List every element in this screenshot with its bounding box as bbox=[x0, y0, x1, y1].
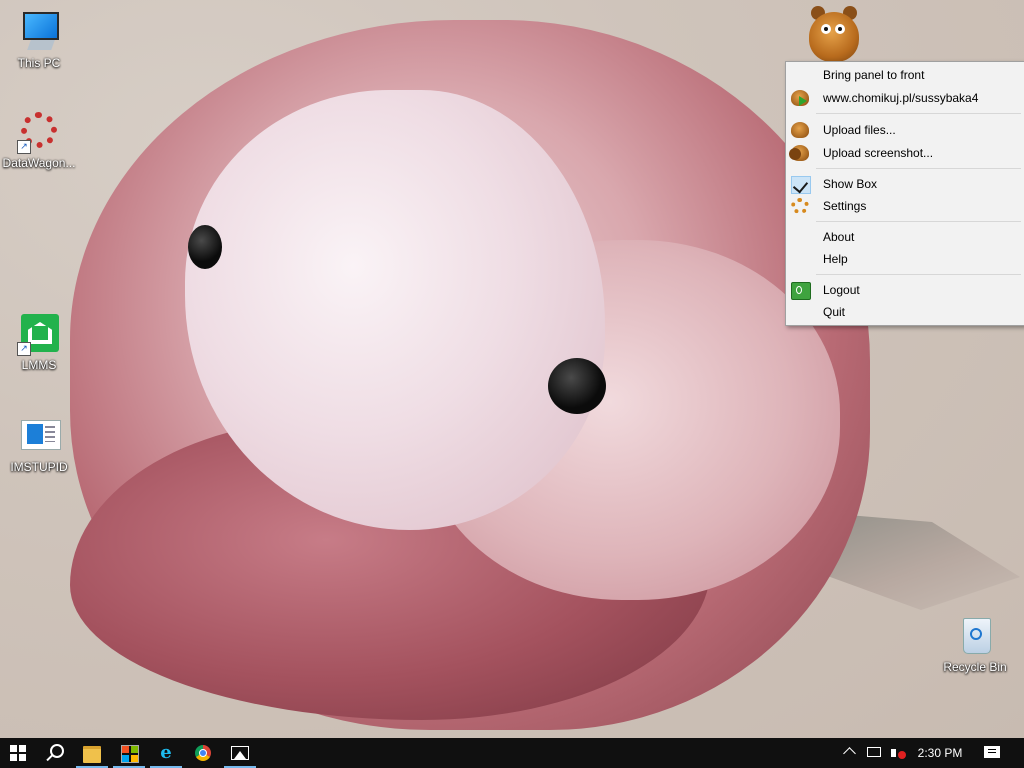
taskbar-file-explorer[interactable] bbox=[74, 738, 110, 768]
taskbar-photos[interactable] bbox=[222, 738, 258, 768]
desktop-icon-datawagon[interactable]: ↗ DataWagon... bbox=[0, 110, 79, 170]
photos-icon bbox=[231, 746, 249, 760]
chevron-up-icon bbox=[843, 747, 856, 760]
this-pc-icon bbox=[17, 10, 61, 54]
desktop-icon-label: IMSTUPID bbox=[10, 460, 68, 474]
menu-item-label: Bring panel to front bbox=[823, 68, 925, 82]
desktop-icon-label: This PC bbox=[17, 56, 61, 70]
hamster-upload-icon bbox=[791, 122, 809, 138]
gear-icon bbox=[791, 198, 809, 214]
menu-item-upload-screenshot[interactable]: Upload screenshot... bbox=[786, 142, 1024, 164]
recycle-bin-icon bbox=[953, 614, 997, 658]
ie-icon: e bbox=[160, 742, 172, 763]
menu-item-bring-panel-to-front[interactable]: Bring panel to front bbox=[786, 64, 1024, 86]
power-icon bbox=[791, 282, 811, 300]
desktop-icon-label: DataWagon... bbox=[2, 156, 76, 170]
folder-icon bbox=[83, 746, 101, 763]
menu-item-help[interactable]: Help bbox=[786, 248, 1024, 270]
menu-separator bbox=[816, 221, 1021, 222]
wallpaper-blobfish-eye bbox=[188, 225, 222, 269]
menu-separator bbox=[816, 168, 1021, 169]
menu-item-label: Show Box bbox=[823, 177, 878, 191]
desktop-icon-recycle-bin[interactable]: Recycle Bin bbox=[935, 614, 1015, 674]
desktop-icon-this-pc[interactable]: This PC bbox=[0, 10, 79, 70]
menu-item-show-box[interactable]: Show Box bbox=[786, 173, 1024, 195]
lmms-icon: ↗ bbox=[17, 312, 61, 356]
volume-muted-icon bbox=[891, 749, 896, 757]
network-icon bbox=[867, 747, 881, 757]
wallpaper-blobfish-eye bbox=[548, 358, 606, 414]
menu-item-label: About bbox=[823, 230, 855, 244]
menu-item-logout[interactable]: Logout bbox=[786, 279, 1024, 301]
menu-separator bbox=[816, 274, 1021, 275]
hamster-arrow-icon bbox=[791, 90, 809, 106]
volume-tray-button[interactable] bbox=[888, 738, 910, 768]
shortcut-arrow-icon: ↗ bbox=[17, 342, 31, 356]
taskbar-store[interactable] bbox=[111, 738, 147, 768]
windows-logo-icon bbox=[10, 745, 26, 761]
tray-context-menu: Bring panel to front www.chomikuj.pl/sus… bbox=[785, 61, 1024, 326]
menu-item-about[interactable]: About bbox=[786, 226, 1024, 248]
menu-item-upload-files[interactable]: Upload files... bbox=[786, 119, 1024, 141]
document-icon bbox=[17, 414, 61, 458]
start-button[interactable] bbox=[0, 738, 36, 768]
action-center-icon bbox=[984, 746, 1000, 758]
show-hidden-icons-button[interactable] bbox=[842, 738, 858, 768]
taskbar: e 2:30 PM bbox=[0, 738, 1024, 768]
taskbar-clock[interactable]: 2:30 PM bbox=[910, 738, 970, 768]
taskbar-internet-explorer[interactable]: e bbox=[148, 738, 184, 768]
desktop-icon-lmms[interactable]: ↗ LMMS bbox=[0, 312, 79, 372]
menu-item-label: Help bbox=[823, 252, 848, 266]
menu-item-settings[interactable]: Settings bbox=[786, 195, 1024, 217]
desktop-icon-label: Recycle Bin bbox=[943, 660, 1007, 674]
menu-item-label: Upload screenshot... bbox=[823, 146, 934, 160]
menu-item-chomikuj-link[interactable]: www.chomikuj.pl/sussybaka4 bbox=[786, 87, 1024, 109]
store-icon bbox=[121, 745, 139, 763]
desktop[interactable]: This PC ↗ DataWagon... ↗ LMMS IMSTUPID R… bbox=[0, 0, 1024, 738]
desktop-icon-imstupid[interactable]: IMSTUPID bbox=[0, 414, 79, 474]
shortcut-arrow-icon: ↗ bbox=[17, 140, 31, 154]
hamster-mascot-icon[interactable] bbox=[805, 6, 863, 64]
action-center-button[interactable] bbox=[978, 738, 1008, 768]
menu-item-label: www.chomikuj.pl/sussybaka4 bbox=[823, 91, 979, 105]
checkmark-icon bbox=[791, 176, 811, 194]
desktop-icon-label: LMMS bbox=[21, 358, 57, 372]
taskbar-chrome[interactable] bbox=[185, 738, 221, 768]
menu-item-label: Logout bbox=[823, 283, 860, 297]
network-tray-button[interactable] bbox=[864, 738, 886, 768]
hamster-screenshot-icon bbox=[789, 145, 809, 161]
menu-separator bbox=[816, 113, 1021, 114]
chrome-icon bbox=[195, 745, 211, 761]
search-icon bbox=[50, 744, 64, 758]
datawagon-icon: ↗ bbox=[17, 110, 61, 154]
menu-item-quit[interactable]: Quit bbox=[786, 301, 1024, 323]
search-button[interactable] bbox=[38, 738, 74, 768]
menu-item-label: Quit bbox=[823, 305, 846, 319]
menu-item-label: Upload files... bbox=[823, 123, 896, 137]
menu-item-label: Settings bbox=[823, 199, 867, 213]
